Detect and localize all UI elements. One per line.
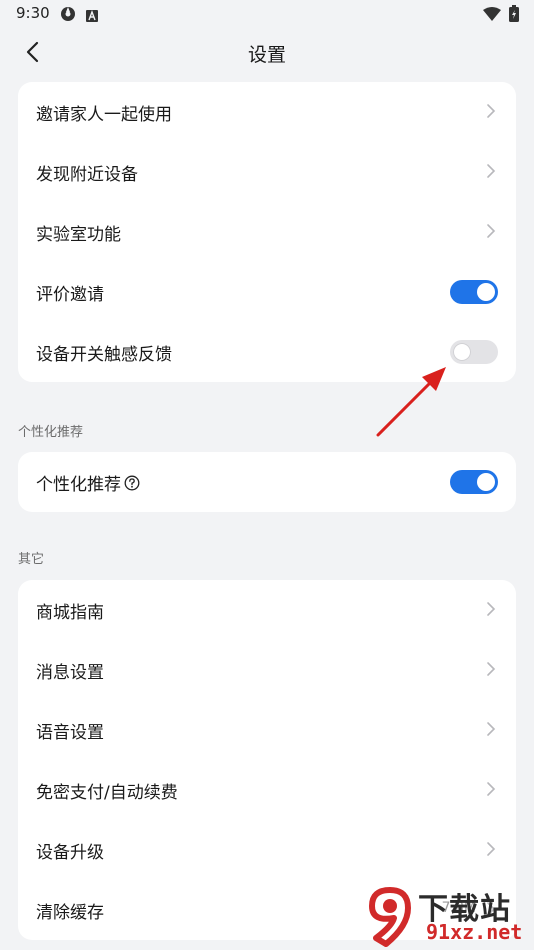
rating-invitation-row: 评价邀请 [18, 262, 516, 322]
personalized-recommendation-row: 个性化推荐 [18, 452, 516, 512]
status-bar: 9:30 [0, 0, 534, 28]
row-label: 个性化推荐 [36, 474, 121, 495]
help-circle-icon[interactable] [124, 475, 140, 491]
rating-invitation-toggle[interactable] [450, 280, 498, 304]
chevron-right-icon [487, 104, 496, 118]
app-header: 设置 [0, 30, 534, 74]
toggle-knob [453, 343, 471, 361]
personalization-card: 个性化推荐 [18, 452, 516, 512]
message-settings-row[interactable]: 消息设置 [18, 640, 516, 700]
chevron-right-icon [487, 602, 496, 616]
site-watermark: 下载站 91xz.net [362, 884, 534, 950]
row-label: 设备开关触感反馈 [36, 344, 172, 365]
page-title: 设置 [247, 44, 286, 66]
chevron-right-icon [487, 224, 496, 238]
row-label: 实验室功能 [36, 224, 121, 245]
personalized-recommendation-toggle[interactable] [450, 470, 498, 494]
chevron-right-icon [487, 164, 496, 178]
row-label: 邀请家人一起使用 [36, 104, 172, 125]
section-title-personalization: 个性化推荐 [18, 425, 84, 440]
row-label: 发现附近设备 [36, 164, 138, 185]
chevron-right-icon [487, 842, 496, 856]
chevron-right-icon [487, 722, 496, 736]
discover-nearby-devices-row[interactable]: 发现附近设备 [18, 142, 516, 202]
annotation-arrow-icon [376, 367, 446, 437]
row-label: 清除缓存 [36, 902, 104, 923]
watermark-logo-icon [369, 887, 411, 947]
notification-a-icon [86, 7, 98, 26]
row-label: 评价邀请 [36, 284, 104, 305]
chevron-right-icon [487, 782, 496, 796]
row-label: 商城指南 [36, 602, 104, 623]
lab-features-row[interactable]: 实验室功能 [18, 202, 516, 262]
section-title-other: 其它 [18, 552, 45, 567]
battery-icon [509, 5, 519, 26]
wifi-icon [483, 6, 501, 25]
device-upgrade-row[interactable]: 设备升级 [18, 820, 516, 880]
row-label: 语音设置 [36, 722, 104, 743]
watermark-url: 91xz.net [426, 920, 523, 944]
auto-renewal-row[interactable]: 免密支付/自动续费 [18, 760, 516, 820]
chevron-right-icon [487, 662, 496, 676]
toggle-knob [477, 283, 495, 301]
status-time: 9:30 [16, 4, 50, 22]
mall-guide-row[interactable]: 商城指南 [18, 580, 516, 640]
row-label: 免密支付/自动续费 [36, 782, 178, 803]
toggle-knob [477, 473, 495, 491]
invite-family-row[interactable]: 邀请家人一起使用 [18, 82, 516, 142]
voice-settings-row[interactable]: 语音设置 [18, 700, 516, 760]
row-label: 消息设置 [36, 662, 104, 683]
general-settings-card: 邀请家人一起使用 发现附近设备 实验室功能 评价邀请 设备开关触感反馈 [18, 82, 516, 382]
sync-status-icon [60, 6, 76, 26]
settings-screen: 9:30 设置 邀请家人一起使用 发现附近设备 实验室功能 评价邀请 设备开关触… [0, 0, 534, 950]
row-label: 设备升级 [36, 842, 104, 863]
haptic-feedback-toggle[interactable] [450, 340, 498, 364]
